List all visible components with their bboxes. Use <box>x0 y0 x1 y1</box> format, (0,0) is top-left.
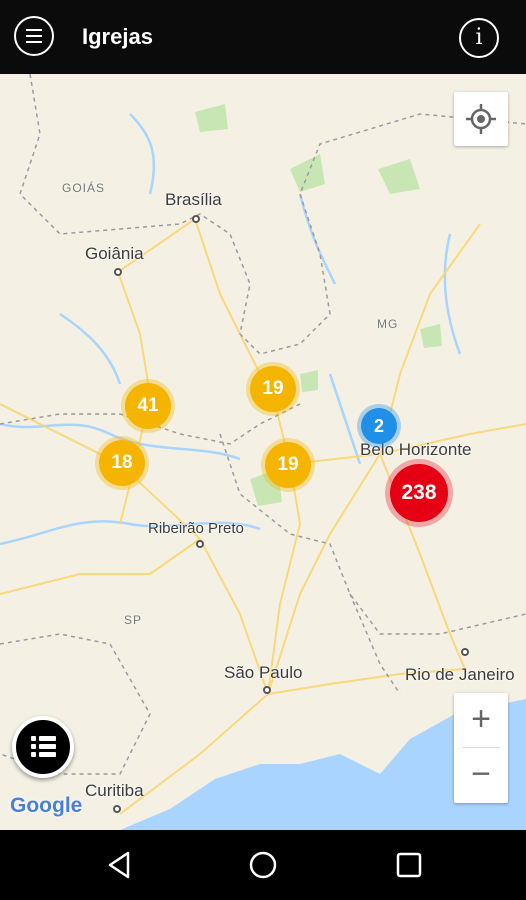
river <box>59 312 122 385</box>
menu-icon-line <box>26 41 42 43</box>
map-view[interactable]: GOIÁS MG SP Brasília Goiânia Belo Horizo… <box>0 74 526 830</box>
river <box>298 193 337 285</box>
city-marker <box>113 805 121 813</box>
back-icon[interactable] <box>104 850 134 880</box>
region-label-sp: SP <box>124 613 143 627</box>
zoom-out-button[interactable]: − <box>454 748 508 802</box>
city-marker <box>263 686 271 694</box>
crosshair-icon <box>466 104 496 134</box>
zoom-controls: + − <box>454 693 508 803</box>
river <box>129 113 156 195</box>
region-label-mg: MG <box>377 317 399 331</box>
menu-icon-line <box>26 35 42 37</box>
google-logo-text: Google <box>10 794 83 817</box>
menu-button[interactable] <box>14 16 54 56</box>
park-area <box>290 154 325 192</box>
road <box>194 218 291 465</box>
cluster-marker[interactable]: 41 <box>125 383 171 429</box>
park-area <box>300 370 318 392</box>
capital-marker <box>192 215 200 223</box>
system-nav-bar <box>0 830 526 900</box>
place-label-sao-paulo: São Paulo <box>224 663 303 682</box>
place-label-ribeirao-preto: Ribeirão Preto <box>148 520 244 537</box>
river <box>443 233 462 355</box>
cluster-marker[interactable]: 19 <box>265 442 311 488</box>
park-area <box>420 324 442 348</box>
ocean <box>120 754 380 830</box>
city-marker <box>114 268 122 276</box>
google-attribution: Google <box>10 794 82 818</box>
zoom-in-button[interactable]: + <box>454 693 508 747</box>
my-location-button[interactable] <box>454 92 508 146</box>
recents-icon[interactable] <box>394 850 424 880</box>
cluster-marker[interactable]: 19 <box>250 366 296 412</box>
cluster-marker[interactable]: 2 <box>361 408 397 444</box>
list-view-button[interactable] <box>12 716 74 778</box>
park-area <box>378 159 420 194</box>
city-marker <box>461 648 469 656</box>
app-bar: Igrejas i <box>0 0 526 74</box>
app-title: Igrejas <box>82 24 153 49</box>
place-label-goiania: Goiânia <box>85 244 144 263</box>
state-border <box>19 74 526 355</box>
home-icon[interactable] <box>248 850 278 880</box>
menu-icon-line <box>26 29 42 31</box>
park-area <box>195 104 228 132</box>
road <box>0 538 201 595</box>
cluster-marker[interactable]: 238 <box>390 464 448 522</box>
place-label-brasilia: Brasília <box>165 190 222 209</box>
region-label-goias: GOIÁS <box>62 181 106 195</box>
list-icon <box>31 736 56 757</box>
state-border <box>349 593 401 695</box>
info-button[interactable]: i <box>459 18 499 58</box>
place-label-rio-de-janeiro: Rio de Janeiro <box>405 665 515 684</box>
city-marker <box>196 540 204 548</box>
road <box>267 453 381 695</box>
cluster-marker[interactable]: 18 <box>99 440 145 486</box>
river <box>328 373 362 465</box>
place-label-curitiba: Curitiba <box>85 781 144 800</box>
